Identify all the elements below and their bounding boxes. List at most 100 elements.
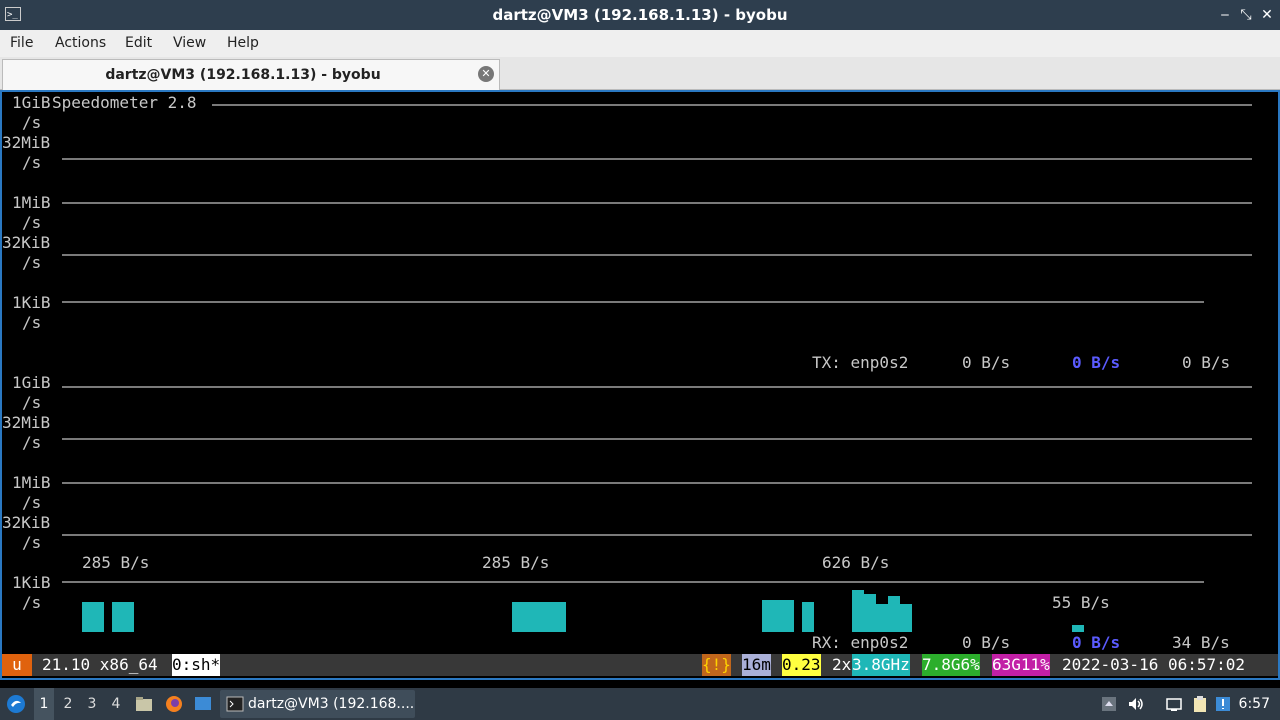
status-alert: {!}: [702, 654, 731, 676]
terminal-task-icon: [226, 696, 244, 712]
minimize-button[interactable]: ‒: [1216, 5, 1234, 25]
tx-interface-label: TX: enp0s2: [812, 353, 909, 372]
tx-value-average: 0 B/s: [1072, 353, 1121, 372]
rx-axis-label: /s: [22, 433, 42, 452]
rx-axis-label: 32KiB: [2, 513, 51, 532]
tab-session[interactable]: dartz@VM3 (192.168.1.13) - byobu ✕: [2, 59, 500, 90]
status-load: 0.23: [782, 654, 821, 676]
rx-gridline: [62, 482, 1252, 484]
status-cpu-freq: 3.8GHz: [852, 654, 910, 676]
lubuntu-menu-icon[interactable]: [6, 694, 26, 714]
rx-bar: [112, 602, 134, 632]
menu-view[interactable]: View: [173, 30, 206, 57]
rx-bar: [1072, 625, 1084, 632]
rx-value-current: 0 B/s: [962, 633, 1011, 652]
taskbar-task-label: dartz@VM3 (192.168....: [248, 696, 415, 712]
status-uptime: 16m: [742, 654, 771, 676]
rx-axis-label: 1MiB: [12, 473, 51, 492]
tx-gridline: [212, 104, 1252, 106]
workspace-4[interactable]: 4: [106, 688, 126, 720]
rx-peak-label: 626 B/s: [822, 553, 890, 572]
rx-axis-label: /s: [22, 533, 42, 552]
rx-axis-label: 1GiB: [12, 373, 51, 392]
workspace-3[interactable]: 3: [82, 688, 102, 720]
rx-value-max: 34 B/s: [1172, 633, 1230, 652]
rx-gridline: [62, 386, 1252, 388]
rx-peak-label: 285 B/s: [482, 553, 550, 572]
status-release: 21.10 x86_64: [42, 655, 158, 674]
rx-axis-label: /s: [22, 393, 42, 412]
rx-bar: [82, 602, 104, 632]
tx-axis-label: 32KiB: [2, 233, 51, 252]
tx-axis-label: /s: [22, 213, 42, 232]
tx-axis-label: 1MiB: [12, 193, 51, 212]
rx-baseline: [62, 581, 1204, 583]
tx-axis-label: 1KiB: [12, 293, 51, 312]
window-title: dartz@VM3 (192.168.1.13) - byobu: [492, 6, 788, 24]
tx-gridline: [62, 254, 1252, 256]
close-window-button[interactable]: ✕: [1258, 5, 1276, 25]
rx-axis-label: /s: [22, 593, 42, 612]
rx-bar: [852, 590, 864, 632]
status-datetime: 2022-03-16 06:57:02: [1062, 655, 1246, 674]
update-notifier-icon[interactable]: [1214, 695, 1232, 713]
menu-file[interactable]: File: [10, 30, 33, 57]
rx-axis-label: 1KiB: [12, 573, 51, 592]
rx-bar: [876, 604, 888, 632]
menu-help[interactable]: Help: [227, 30, 259, 57]
tab-label: dartz@VM3 (192.168.1.13) - byobu: [105, 67, 381, 83]
tx-baseline: [62, 301, 1204, 303]
status-window-tab[interactable]: 0:sh*: [172, 654, 221, 676]
menu-edit[interactable]: Edit: [125, 30, 152, 57]
tx-axis-label: /s: [22, 113, 42, 132]
rx-gridline: [62, 534, 1252, 536]
tx-value-current: 0 B/s: [962, 353, 1011, 372]
workspace-2[interactable]: 2: [58, 688, 78, 720]
show-desktop-icon[interactable]: [194, 695, 212, 713]
rx-value-average: 0 B/s: [1072, 633, 1121, 652]
speedometer-title: Speedometer 2.8: [52, 93, 197, 112]
tab-strip: dartz@VM3 (192.168.1.13) - byobu ✕: [0, 57, 1280, 90]
status-logo: u: [2, 654, 32, 676]
rx-axis-label: /s: [22, 493, 42, 512]
window-titlebar[interactable]: >_ dartz@VM3 (192.168.1.13) - byobu ‒ ⤡ …: [0, 0, 1280, 30]
rx-gridline: [62, 438, 1252, 440]
status-memory: 7.8G6%: [922, 654, 980, 676]
rx-bar: [900, 604, 912, 632]
tx-axis-label: 1GiB: [12, 93, 51, 112]
rx-peak-label: 285 B/s: [82, 553, 150, 572]
rx-bar: [512, 602, 566, 632]
rx-interface-label: RX: enp0s2: [812, 633, 909, 652]
tx-axis-label: /s: [22, 253, 42, 272]
firefox-icon[interactable]: [165, 695, 183, 713]
menu-bar: File Actions Edit View Help: [0, 30, 1280, 57]
status-cpu-count: 2x: [832, 655, 852, 674]
volume-icon[interactable]: [1127, 695, 1145, 713]
taskbar-clock[interactable]: 6:57: [1239, 688, 1270, 720]
file-manager-icon[interactable]: [135, 695, 153, 713]
rx-peak-label: 55 B/s: [1052, 593, 1110, 612]
rx-bar: [762, 600, 794, 632]
rx-bar: [864, 594, 876, 632]
taskbar-terminal-task[interactable]: dartz@VM3 (192.168....: [220, 690, 415, 718]
menu-actions[interactable]: Actions: [55, 30, 106, 57]
tx-value-max: 0 B/s: [1182, 353, 1231, 372]
tx-axis-label: /s: [22, 313, 42, 332]
rx-axis-label: 32MiB: [2, 413, 51, 432]
clipboard-icon[interactable]: [1191, 695, 1209, 713]
tx-axis-label: /s: [22, 153, 42, 172]
tx-gridline: [62, 158, 1252, 160]
terminal-area[interactable]: 1GiB Speedometer 2.8 /s 32MiB /s 1MiB /s…: [0, 90, 1280, 680]
byobu-status-bar: u 21.10 x86_64 0:sh* {!} 16m 0.23 2x 3.8…: [2, 654, 1278, 676]
workspace-1[interactable]: 1: [34, 688, 54, 720]
rx-bar: [802, 602, 814, 632]
tx-gridline: [62, 202, 1252, 204]
taskbar: 1 2 3 4 dartz@VM3 (192.168.... 6:57: [0, 688, 1280, 720]
tab-close-icon[interactable]: ✕: [478, 66, 494, 82]
maximize-button[interactable]: ⤡: [1237, 5, 1255, 25]
tray-up-arrow-icon[interactable]: [1100, 695, 1118, 713]
status-disk: 63G11%: [992, 654, 1050, 676]
tx-axis-label: 32MiB: [2, 133, 51, 152]
rx-bar: [888, 596, 900, 632]
network-icon[interactable]: [1165, 695, 1183, 713]
